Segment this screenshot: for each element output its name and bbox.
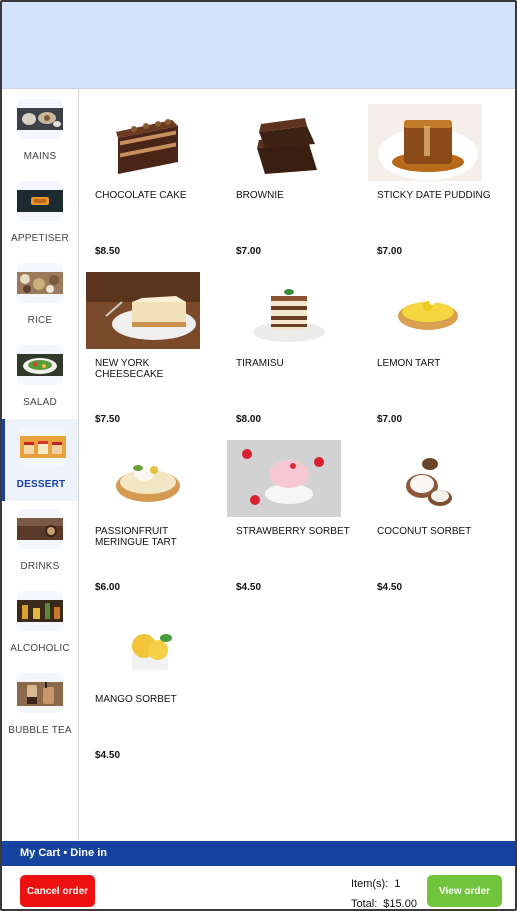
menu-item-name: LEMON TART [377,358,441,369]
menu-item-coconut-sorbet[interactable]: COCONUT SORBET $4.50 [362,426,498,594]
mango-sorbet-image [86,608,200,685]
total-value: $15.00 [383,898,417,910]
category-label: DRINKS [20,561,60,572]
menu-item-name: TIRAMISU [236,358,284,369]
category-bubble-tea[interactable]: BUBBLE TEA [2,665,78,747]
sticky-date-pudding-image [368,104,482,181]
new-york-cheesecake-image [86,272,200,349]
cancel-order-button[interactable]: Cancel order [20,875,95,907]
menu-item-name: NEW YORK CHEESECAKE [95,358,164,380]
cart-bar[interactable]: My Cart • Dine in [2,841,515,866]
menu-item-price: $4.50 [236,582,262,593]
items-count: 1 [394,878,401,890]
menu-item-price: $6.00 [95,582,121,593]
menu-item-strawberry-sorbet[interactable]: STRAWBERRY SORBET $4.50 [221,426,357,594]
appetiser-thumbnail [17,181,63,221]
category-rice[interactable]: RICE [2,255,78,337]
category-drinks[interactable]: DRINKS [2,501,78,583]
menu-item-price: $7.00 [236,246,262,257]
view-order-button[interactable]: View order [427,875,502,907]
menu-item-mango-sorbet[interactable]: MANGO SORBET $4.50 [80,594,216,762]
menu-item-price: $4.50 [377,582,403,593]
category-label: BUBBLE TEA [8,725,72,736]
rice-thumbnail [17,263,63,303]
menu-item-name: COCONUT SORBET [377,526,472,537]
category-appetiser[interactable]: APPETISER [2,173,78,255]
category-dessert[interactable]: DESSERT [2,419,78,501]
menu-item-price: $7.50 [95,414,121,425]
dessert-thumbnail [20,427,66,467]
strawberry-sorbet-image [227,440,341,517]
header-banner [2,2,515,89]
brownie-image [227,104,341,181]
salad-thumbnail [17,345,63,385]
items-label: Item(s): [351,878,389,890]
order-summary: Item(s): 1 Total: $15.00 [351,874,417,910]
menu-item-price: $7.00 [377,414,403,425]
menu-item-lemon-tart[interactable]: LEMON TART $7.00 [362,258,498,426]
menu-item-tiramisu[interactable]: TIRAMISU $8.00 [221,258,357,426]
menu-item-passionfruit-meringue-tart[interactable]: PASSIONFRUIT MERINGUE TART $6.00 [80,426,216,594]
menu-item-price: $7.00 [377,246,403,257]
category-sidebar: MAINS APPETISER RICE SALAD DESSERT DRINK… [2,89,79,841]
menu-item-new-york-cheesecake[interactable]: NEW YORK CHEESECAKE $7.50 [80,258,216,426]
category-label: APPETISER [11,233,69,244]
menu-grid: CHOCOLATE CAKE $8.50 BROWNIE $7.00 STICK… [80,90,515,840]
menu-item-name: CHOCOLATE CAKE [95,190,187,201]
menu-item-brownie[interactable]: BROWNIE $7.00 [221,90,357,258]
category-label: SALAD [23,397,57,408]
category-mains[interactable]: MAINS [2,91,78,173]
mains-thumbnail [17,99,63,139]
chocolate-cake-image [86,104,200,181]
category-salad[interactable]: SALAD [2,337,78,419]
category-label: RICE [27,315,53,326]
passionfruit-meringue-tart-image [86,440,200,517]
total-label: Total: [351,898,378,910]
tiramisu-image [227,272,341,349]
drinks-thumbnail [17,509,63,549]
category-label: MAINS [23,151,57,162]
menu-item-name: MANGO SORBET [95,694,177,705]
app-frame: MAINS APPETISER RICE SALAD DESSERT DRINK… [0,0,517,911]
category-alcoholic[interactable]: ALCOHOLIC [2,583,78,665]
cart-title: My Cart • Dine in [20,847,107,859]
menu-item-chocolate-cake[interactable]: CHOCOLATE CAKE $8.50 [80,90,216,258]
menu-item-name: STICKY DATE PUDDING [377,190,491,201]
menu-item-price: $8.00 [236,414,262,425]
bubble-tea-thumbnail [17,673,63,713]
category-label: ALCOHOLIC [10,643,70,654]
alcoholic-thumbnail [17,591,63,631]
lemon-tart-image [368,272,482,349]
order-footer: Cancel order Item(s): 1 Total: $15.00 View… [2,866,515,910]
menu-item-sticky-date-pudding[interactable]: STICKY DATE PUDDING $7.00 [362,90,498,258]
menu-item-name: BROWNIE [236,190,284,201]
category-label: DESSERT [16,479,66,490]
menu-item-name: PASSIONFRUIT MERINGUE TART [95,526,177,548]
menu-item-name: STRAWBERRY SORBET [236,526,350,537]
menu-item-price: $8.50 [95,246,121,257]
coconut-sorbet-image [368,440,482,517]
menu-item-price: $4.50 [95,750,121,761]
